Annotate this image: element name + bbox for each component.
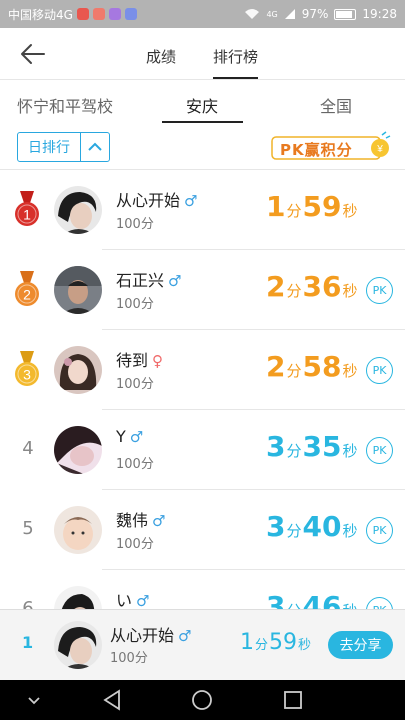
my-name: 从心开始 ♂ [110,626,192,645]
completion-time: 2 分 36 秒 [266,270,358,303]
completion-time: 3 分 40 秒 [266,510,358,543]
app-notification-icon [92,8,105,20]
rank-number: 5 [22,518,34,539]
male-icon: ♂ [184,192,198,210]
battery-icon [334,8,357,20]
completion-time: 1 分 59 秒 [266,190,358,223]
tab-scores[interactable]: 成绩 [146,46,176,67]
pk-challenge-button[interactable]: PK [366,277,393,304]
rank-number: 4 [22,438,34,459]
back-arrow-icon[interactable] [18,40,48,68]
rank-number: 3 [23,367,31,383]
hide-keyboard-icon[interactable] [26,694,42,706]
system-nav-bar [0,680,405,720]
pk-challenge-button[interactable]: PK [366,357,393,384]
region-tab-national[interactable]: 全国 [320,93,352,117]
user-score: 100分 [116,297,154,312]
user-name: 待到 ♀ [116,351,164,370]
region-tab-school[interactable]: 怀宁和平驾校 [17,93,113,117]
pk-challenge-button[interactable]: PK [366,517,393,544]
my-score: 100分 [110,651,148,666]
battery-percent: 97% [301,7,329,21]
svg-text:¥: ¥ [376,144,383,155]
user-name: 石正兴 ♂ [116,271,182,290]
ranking-row[interactable]: 5 魏伟 ♂ 100分 3 分 40 秒 PK [0,490,405,570]
my-time: 1 分 59 秒 [240,630,312,655]
completion-time: 2 分 58 秒 [266,350,358,383]
header: 成绩 排行榜 [0,28,405,80]
home-icon[interactable] [191,689,213,711]
rank-medal-icon: 3 [15,351,39,386]
back-icon[interactable] [102,689,122,711]
my-rank-bar: 1 从心开始 ♂ 100分 1 分 59 秒 去分享 [0,609,405,680]
user-avatar[interactable] [54,506,102,554]
user-name: Y ♂ [116,427,144,446]
user-score: 100分 [116,217,154,232]
status-bar: 中国移动4G 4G 97% 19:28 [0,0,405,28]
app-notification-icon [108,8,121,20]
period-label: 日排行 [28,140,70,156]
signal-icon [284,9,295,19]
male-icon: ♂ [129,428,144,446]
pk-challenge-button[interactable]: PK [366,437,393,464]
rank-medal-icon: 1 [15,191,39,226]
region-tab-indicator [162,121,243,123]
rank-medal-icon: 2 [15,271,39,306]
region-tab-city[interactable]: 安庆 [186,93,218,117]
user-score: 100分 [116,457,154,472]
my-rank-number: 1 [22,633,34,652]
period-dropdown[interactable]: 日排行 [17,132,110,162]
male-icon: ♂ [178,627,192,645]
ranking-row[interactable]: 3 待到 ♀ 100分 2 分 58 秒 PK [0,330,405,410]
my-avatar[interactable] [54,621,102,669]
male-icon: ♂ [152,512,166,530]
user-score: 100分 [116,537,154,552]
female-icon: ♀ [152,352,164,370]
app-notification-icon [76,8,89,20]
chevron-up-icon [81,142,109,152]
male-icon: ♂ [136,592,150,610]
share-button[interactable]: 去分享 [328,631,393,659]
user-avatar[interactable] [54,266,102,314]
recents-icon[interactable] [283,690,303,710]
rank-number: 1 [23,207,31,223]
filter-row: 日排行 ¥ PK赢积分 [0,126,405,170]
ranking-row[interactable]: 2 石正兴 ♂ 100分 2 分 36 秒 PK [0,250,405,330]
user-avatar[interactable] [54,346,102,394]
user-name: 魏伟 ♂ [116,511,166,530]
wifi-icon [245,9,260,19]
pk-win-points-banner[interactable]: ¥ PK赢积分 [270,131,392,163]
pk-banner-text: PK赢积分 [280,141,353,159]
male-icon: ♂ [168,272,182,290]
ranking-row[interactable]: 4 Y ♂ 100分 3 分 35 秒 PK [0,410,405,490]
region-tabs: 怀宁和平驾校 安庆 全国 [0,81,405,126]
carrier-label: 中国移动4G [8,7,73,22]
app-notification-icon [124,8,137,20]
completion-time: 3 分 35 秒 [266,430,358,463]
user-avatar[interactable] [54,426,102,474]
tab-leaderboard[interactable]: 排行榜 [213,46,259,79]
rank-number: 2 [23,287,31,303]
user-name: 从心开始 ♂ [116,191,198,210]
user-name: い ♂ [116,591,150,610]
user-score: 100分 [116,377,154,392]
network-type-label: 4G [266,9,278,19]
user-avatar[interactable] [54,186,102,234]
ranking-row[interactable]: 1 从心开始 ♂ 100分 1 分 59 秒 [0,170,405,250]
clock: 19:28 [362,7,397,21]
